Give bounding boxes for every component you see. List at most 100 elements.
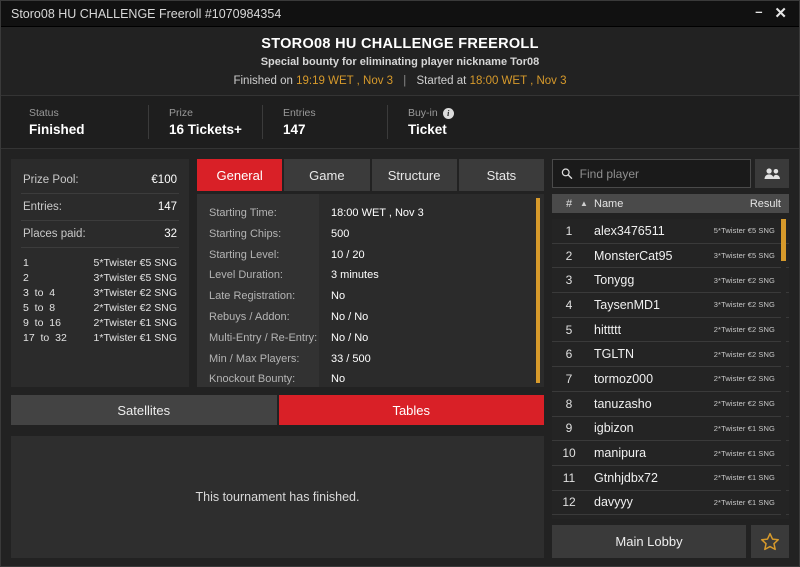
general-label: Late Registration: <box>209 290 296 303</box>
row-player-name: Tonygg <box>594 273 635 288</box>
table-row[interactable]: 13 Nahlobuchka 2*Twister €1 SNG <box>552 515 789 519</box>
player-list-scrollbar-thumb[interactable] <box>781 219 786 261</box>
window-title: Storo08 HU CHALLENGE Freeroll #107098435… <box>11 6 282 21</box>
payout-prize: 3*Twister €5 SNG <box>93 271 177 284</box>
sort-ascending-icon[interactable]: ▲ <box>580 199 594 208</box>
status-item-status: Status Finished <box>29 105 149 139</box>
payout-list: 1 5*Twister €5 SNG 2 3*Twister €5 SNG 3 … <box>21 248 179 345</box>
general-value: 18:00 WET , Nov 3 <box>331 207 424 219</box>
header-name[interactable]: Name <box>594 198 750 210</box>
row-player-name: tormoz000 <box>594 371 654 386</box>
row-result: 3*Twister €2 SNG <box>713 275 775 285</box>
general-tab-content: Starting Time: Starting Chips: Starting … <box>197 194 544 387</box>
tournament-finished-message: This tournament has finished. <box>195 490 360 504</box>
footer-buttons: Main Lobby <box>552 525 789 558</box>
tab-game[interactable]: Game <box>284 159 370 191</box>
favorite-button[interactable] <box>751 525 789 558</box>
tab-structure[interactable]: Structure <box>371 159 457 191</box>
table-row[interactable]: 2 MonsterCat95 3*Twister €5 SNG <box>552 244 789 269</box>
status-value: Finished <box>29 122 85 137</box>
row-rank: 1 <box>565 223 573 238</box>
tournament-times: Finished on 19:19 WET , Nov 3 | Started … <box>1 75 799 87</box>
row-rank: 6 <box>565 347 573 362</box>
row-player-name: TaysenMD1 <box>594 297 660 312</box>
tab-tables[interactable]: Tables <box>278 395 544 425</box>
row-result: 3*Twister €5 SNG <box>713 251 775 261</box>
tab-general[interactable]: General <box>197 159 283 191</box>
prize-value: 16 Tickets+ <box>169 122 242 137</box>
row-result: 2*Twister €2 SNG <box>713 374 775 384</box>
row-rank: 2 <box>565 248 573 263</box>
status-item-prize: Prize 16 Tickets+ <box>169 105 263 139</box>
general-labels-column: Starting Time: Starting Chips: Starting … <box>197 194 319 387</box>
table-row[interactable]: 5 hittttt 2*Twister €2 SNG <box>552 318 789 343</box>
info-tab-panel: General Game Structure Stats Starting Ti… <box>197 159 544 387</box>
payout-place: 17 to 32 <box>23 331 67 344</box>
entries-row-label: Entries: <box>23 201 62 213</box>
payout-row: 3 to 4 3*Twister €2 SNG <box>21 285 179 300</box>
tab-satellites[interactable]: Satellites <box>11 395 277 425</box>
prize-label: Prize <box>169 107 193 119</box>
payout-prize: 5*Twister €5 SNG <box>93 256 177 269</box>
table-row[interactable]: 1 alex3476511 5*Twister €5 SNG <box>552 219 789 244</box>
row-player-name: igbizon <box>594 421 634 436</box>
payout-place: 5 to 8 <box>23 301 56 314</box>
close-button[interactable]: ✕ <box>774 6 787 21</box>
payout-place: 9 to 16 <box>23 316 61 329</box>
general-label: Rebuys / Addon: <box>209 310 290 323</box>
general-value: 3 minutes <box>331 269 379 282</box>
table-row[interactable]: 12 davyyy 2*Twister €1 SNG <box>552 491 789 516</box>
search-input[interactable] <box>579 166 742 181</box>
prize-pool-value: €100 <box>151 174 177 186</box>
table-row[interactable]: 10 manipura 2*Twister €1 SNG <box>552 441 789 466</box>
main-lobby-button[interactable]: Main Lobby <box>552 525 746 558</box>
row-player-name: TGLTN <box>594 347 635 362</box>
payout-prize: 2*Twister €1 SNG <box>93 316 177 329</box>
places-paid-label: Places paid: <box>23 228 86 240</box>
upper-row: Prize Pool: €100 Entries: 147 Places pai… <box>11 159 544 387</box>
tab-stats[interactable]: Stats <box>458 159 544 191</box>
row-rank: 4 <box>565 297 573 312</box>
table-row[interactable]: 7 tormoz000 2*Twister €2 SNG <box>552 367 789 392</box>
general-label: Level Duration: <box>209 269 283 282</box>
payout-row: 1 5*Twister €5 SNG <box>21 255 179 270</box>
general-value: No / No <box>331 331 369 344</box>
row-result: 2*Twister €2 SNG <box>713 399 775 409</box>
window-controls: – ✕ <box>755 5 791 21</box>
player-list-header: # ▲ Name Result <box>552 194 789 213</box>
header-number[interactable]: # <box>558 198 580 210</box>
row-result: 3*Twister €2 SNG <box>713 300 775 310</box>
table-row[interactable]: 8 tanuzasho 2*Twister €2 SNG <box>552 392 789 417</box>
players-filter-button[interactable] <box>755 159 789 188</box>
table-row[interactable]: 9 igbizon 2*Twister €1 SNG <box>552 417 789 442</box>
left-column: Prize Pool: €100 Entries: 147 Places pai… <box>11 159 544 558</box>
star-icon <box>760 532 780 551</box>
payout-row: 17 to 32 1*Twister €1 SNG <box>21 330 179 345</box>
general-scrollbar-thumb[interactable] <box>536 198 540 383</box>
payout-prize: 3*Twister €2 SNG <box>93 286 177 299</box>
general-value: No / No <box>331 310 369 323</box>
general-value: No <box>331 373 346 386</box>
header-result[interactable]: Result <box>750 198 781 210</box>
payout-place: 1 <box>23 256 29 269</box>
status-item-buyin: Buy-in i Ticket <box>408 105 498 139</box>
right-column: # ▲ Name Result 1 alex3476511 5*Twister … <box>552 159 789 558</box>
search-box[interactable] <box>552 159 751 188</box>
row-rank: 5 <box>565 322 573 337</box>
table-row[interactable]: 6 TGLTN 2*Twister €2 SNG <box>552 342 789 368</box>
general-value: No <box>331 290 346 303</box>
table-row[interactable]: 4 TaysenMD1 3*Twister €2 SNG <box>552 293 789 318</box>
row-result: 2*Twister €1 SNG <box>713 423 775 433</box>
status-item-entries: Entries 147 <box>283 105 388 139</box>
general-scrollbar[interactable] <box>536 198 540 383</box>
status-strip: Status Finished Prize 16 Tickets+ Entrie… <box>1 96 799 149</box>
row-rank: 12 <box>562 495 576 510</box>
table-row[interactable]: 11 Gtnhjdbx72 2*Twister €1 SNG <box>552 466 789 491</box>
player-list-scrollbar[interactable] <box>781 219 786 519</box>
minimize-button[interactable]: – <box>755 5 762 18</box>
table-row[interactable]: 3 Tonygg 3*Twister €2 SNG <box>552 268 789 294</box>
row-rank: 10 <box>562 446 576 461</box>
info-icon[interactable]: i <box>442 107 454 119</box>
row-result: 2*Twister €1 SNG <box>713 473 775 483</box>
row-rank: 3 <box>565 273 573 288</box>
